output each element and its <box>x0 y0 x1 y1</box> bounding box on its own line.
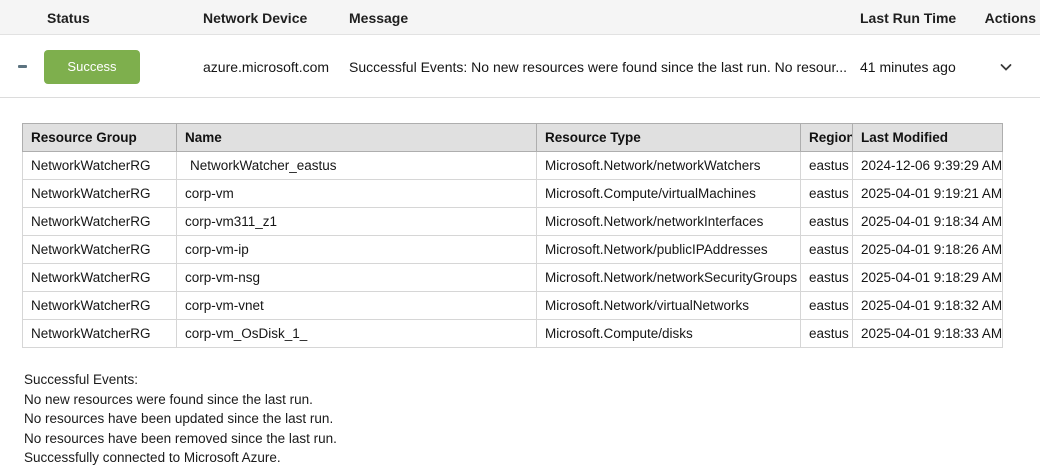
cell-region: eastus <box>801 180 853 208</box>
cell-last-modified: 2024-12-06 9:39:29 AM <box>853 152 1003 180</box>
column-header-name: Name <box>177 124 537 152</box>
cell-region: eastus <box>801 320 853 348</box>
cell-resource-group: NetworkWatcherRG <box>23 320 177 348</box>
cell-region: eastus <box>801 152 853 180</box>
cell-resource-group: NetworkWatcherRG <box>23 236 177 264</box>
event-summary-line: Successful Events: <box>24 370 1040 390</box>
chevron-down-icon <box>998 59 1014 75</box>
cell-region: eastus <box>801 292 853 320</box>
message-value: Successful Events: No new resources were… <box>349 35 847 98</box>
cell-resource-type: Microsoft.Network/networkSecurityGroups <box>537 264 801 292</box>
cell-name: corp-vm_OsDisk_1_ <box>177 320 537 348</box>
status-badge[interactable]: Success <box>44 50 140 84</box>
cell-region: eastus <box>801 264 853 292</box>
event-summary-line: No new resources were found since the la… <box>24 390 1040 410</box>
column-header-actions: Actions <box>985 0 1036 35</box>
cell-resource-group: NetworkWatcherRG <box>23 264 177 292</box>
cell-resource-group: NetworkWatcherRG <box>23 208 177 236</box>
event-summary: Successful Events:No new resources were … <box>24 370 1040 468</box>
cell-name: corp-vm <box>177 180 537 208</box>
network-device-value: azure.microsoft.com <box>203 35 329 98</box>
table-row: NetworkWatcherRGcorp-vm-vnetMicrosoft.Ne… <box>23 292 1003 320</box>
cell-region: eastus <box>801 208 853 236</box>
resource-table: Resource Group Name Resource Type Region… <box>22 123 1003 348</box>
device-list-header: Status Network Device Message Last Run T… <box>0 0 1040 35</box>
column-header-last-run-time: Last Run Time <box>860 0 956 35</box>
column-header-message: Message <box>349 0 408 35</box>
event-summary-line: No resources have been updated since the… <box>24 409 1040 429</box>
resource-table-header-row: Resource Group Name Resource Type Region… <box>23 124 1003 152</box>
cell-resource-type: Microsoft.Compute/virtualMachines <box>537 180 801 208</box>
cell-last-modified: 2025-04-01 9:18:34 AM <box>853 208 1003 236</box>
cell-resource-type: Microsoft.Network/publicIPAddresses <box>537 236 801 264</box>
table-row: NetworkWatcherRGcorp-vmMicrosoft.Compute… <box>23 180 1003 208</box>
cell-name: NetworkWatcher_eastus <box>177 152 537 180</box>
table-row: NetworkWatcherRGcorp-vm311_z1Microsoft.N… <box>23 208 1003 236</box>
cell-resource-type: Microsoft.Network/networkInterfaces <box>537 208 801 236</box>
column-header-resource-group: Resource Group <box>23 124 177 152</box>
cell-resource-group: NetworkWatcherRG <box>23 292 177 320</box>
cell-last-modified: 2025-04-01 9:18:29 AM <box>853 264 1003 292</box>
cell-last-modified: 2025-04-01 9:18:32 AM <box>853 292 1003 320</box>
cell-resource-group: NetworkWatcherRG <box>23 152 177 180</box>
cell-resource-group: NetworkWatcherRG <box>23 180 177 208</box>
collapse-row-toggle[interactable] <box>14 35 30 98</box>
cell-resource-type: Microsoft.Network/networkWatchers <box>537 152 801 180</box>
actions-menu-button[interactable] <box>997 35 1015 98</box>
cell-name: corp-vm-vnet <box>177 292 537 320</box>
minus-icon <box>18 65 27 68</box>
column-header-status: Status <box>47 0 90 35</box>
column-header-region: Region <box>801 124 853 152</box>
cell-name: corp-vm311_z1 <box>177 208 537 236</box>
cell-name: corp-vm-ip <box>177 236 537 264</box>
cell-name: corp-vm-nsg <box>177 264 537 292</box>
event-summary-line: No resources have been removed since the… <box>24 429 1040 449</box>
cell-resource-type: Microsoft.Network/virtualNetworks <box>537 292 801 320</box>
cell-resource-type: Microsoft.Compute/disks <box>537 320 801 348</box>
table-row: NetworkWatcherRGcorp-vm-ipMicrosoft.Netw… <box>23 236 1003 264</box>
device-row: Success azure.microsoft.com Successful E… <box>0 35 1040 98</box>
cell-region: eastus <box>801 236 853 264</box>
resource-table-body: NetworkWatcherRGNetworkWatcher_eastusMic… <box>23 152 1003 348</box>
column-header-network-device: Network Device <box>203 0 307 35</box>
cell-last-modified: 2025-04-01 9:19:21 AM <box>853 180 1003 208</box>
column-header-last-modified: Last Modified <box>853 124 1003 152</box>
table-row: NetworkWatcherRGcorp-vm-nsgMicrosoft.Net… <box>23 264 1003 292</box>
event-summary-line: Successfully connected to Microsoft Azur… <box>24 448 1040 468</box>
column-header-resource-type: Resource Type <box>537 124 801 152</box>
cell-last-modified: 2025-04-01 9:18:26 AM <box>853 236 1003 264</box>
resource-table-container: Resource Group Name Resource Type Region… <box>22 123 1040 348</box>
cell-last-modified: 2025-04-01 9:18:33 AM <box>853 320 1003 348</box>
table-row: NetworkWatcherRGcorp-vm_OsDisk_1_Microso… <box>23 320 1003 348</box>
table-row: NetworkWatcherRGNetworkWatcher_eastusMic… <box>23 152 1003 180</box>
last-run-time-value: 41 minutes ago <box>860 35 956 98</box>
